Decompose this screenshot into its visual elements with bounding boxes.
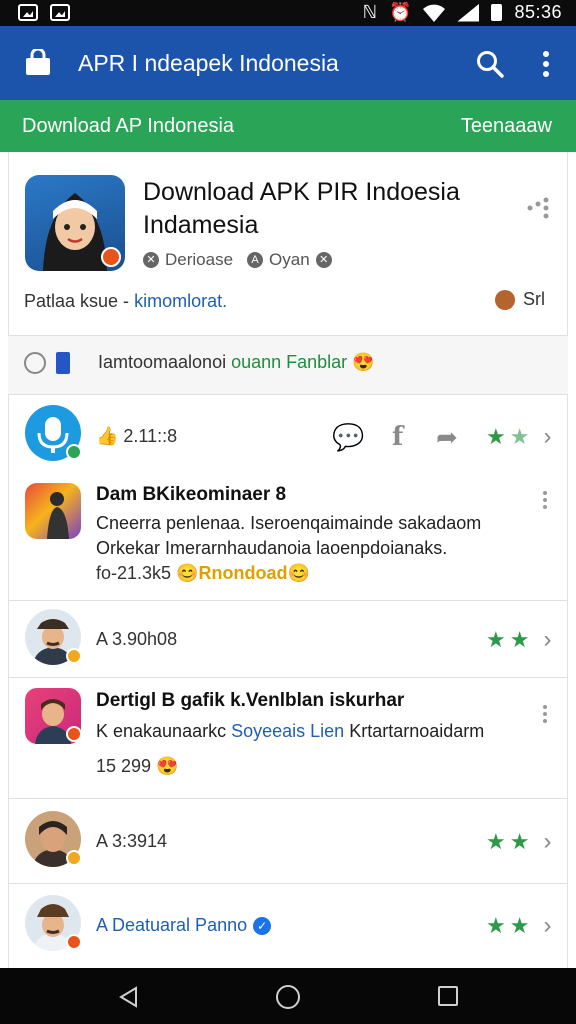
share-icon[interactable]: ➦ bbox=[436, 424, 458, 450]
post-body: Cneerra penlenaa. Iseroenqaimainde sakad… bbox=[96, 513, 482, 558]
tab-bar: Download AP Indonesia Teenaaaw bbox=[0, 100, 576, 152]
emoji-icon: 😍 bbox=[352, 352, 375, 372]
document-icon bbox=[56, 352, 70, 374]
nfc-icon: ℕ bbox=[362, 2, 378, 22]
post-body-link[interactable]: Soyeeais Lien bbox=[231, 721, 344, 741]
chevron-right-icon[interactable]: › bbox=[543, 830, 551, 854]
divider bbox=[8, 600, 568, 601]
publisher-label: Patlaa ksue - bbox=[24, 291, 130, 311]
status-badge bbox=[66, 648, 82, 664]
alarm-icon: ⏰ bbox=[389, 2, 412, 22]
clock: 85:36 bbox=[514, 2, 562, 22]
info-icon: A bbox=[247, 252, 264, 268]
app-meta: ✕ Derioase A Oyan ✕ bbox=[143, 250, 332, 270]
gallery-icon bbox=[50, 4, 70, 21]
wifi-icon bbox=[423, 4, 446, 22]
divider bbox=[8, 798, 568, 799]
figure-icon bbox=[47, 492, 69, 539]
circle-icon bbox=[24, 352, 46, 374]
post-body-text: Krtartarnoaidarm bbox=[349, 721, 485, 741]
seller-label: Srl bbox=[523, 289, 545, 309]
post-title[interactable]: Dertigl B gafik k.Venlblan iskurhar bbox=[96, 690, 404, 712]
publisher-link[interactable]: kimomlorat. bbox=[134, 291, 227, 311]
post-body: K enakaunaarkc Soyeeais Lien Krtartarnoa… bbox=[96, 719, 484, 744]
facebook-icon[interactable]: f bbox=[392, 424, 403, 450]
star-icon: ★ bbox=[486, 913, 506, 938]
post-title[interactable]: Dam BKikeominaer 8 bbox=[96, 484, 286, 506]
app-title: Download APK PIR Indoesia Indamesia bbox=[143, 178, 460, 239]
app-icon[interactable] bbox=[25, 175, 125, 271]
item-meta: 👍 2.11::8 bbox=[96, 426, 178, 446]
item-meta: A 3.90h08 bbox=[96, 629, 178, 649]
promo-label: Iamtoomaalonoi bbox=[98, 352, 227, 372]
hijab-avatar-icon bbox=[43, 193, 121, 271]
app-bar: APR I ndeapek Indonesia bbox=[0, 26, 576, 100]
comment-icon[interactable]: 💬 bbox=[332, 424, 364, 450]
star-icon: ★ bbox=[486, 424, 506, 449]
recents-icon[interactable] bbox=[438, 986, 458, 1006]
divider bbox=[8, 883, 568, 884]
post-meta: fo-21.3k5 😊Rnondoad😊 bbox=[96, 563, 310, 584]
post-meta-count: fo-21.3k5 bbox=[96, 563, 172, 583]
seller-info[interactable]: Srl bbox=[495, 289, 545, 310]
post-body-text: K enakaunaarkc bbox=[96, 721, 227, 741]
star-icon: ★ bbox=[509, 627, 530, 652]
search-icon[interactable] bbox=[476, 50, 504, 78]
post-meta: 15 299 😍 bbox=[96, 756, 179, 777]
image-icon bbox=[18, 4, 38, 21]
item-meta: A 3:3914 bbox=[96, 831, 168, 851]
meta-version: Oyan bbox=[269, 250, 310, 269]
navigation-bar bbox=[0, 968, 576, 1024]
status-badge bbox=[66, 726, 82, 742]
download-label[interactable]: Rnondoad bbox=[199, 563, 288, 583]
more-vert-icon[interactable] bbox=[541, 704, 549, 724]
star-icon: ★ bbox=[509, 424, 530, 449]
post-meta-count: 15 299 bbox=[96, 756, 152, 776]
rating: ★ ★ › bbox=[486, 627, 551, 652]
chevron-right-icon[interactable]: › bbox=[543, 425, 551, 449]
tag-icon: ✕ bbox=[315, 252, 332, 268]
verified-icon: ✓ bbox=[253, 917, 272, 936]
signal-icon bbox=[457, 3, 480, 22]
emoji-icon: 😊 bbox=[287, 563, 310, 583]
chevron-right-icon[interactable]: › bbox=[543, 914, 551, 938]
star-icon: ★ bbox=[509, 829, 530, 854]
promo-highlight: ouann Fanblar bbox=[231, 352, 348, 372]
chevron-right-icon[interactable]: › bbox=[543, 628, 551, 652]
item-name[interactable]: A Deatuaral Panno ✓ bbox=[96, 915, 272, 936]
promo-row[interactable]: Iamtoomaalonoi ouann Fanblar 😍 bbox=[8, 336, 568, 394]
store-bag-icon[interactable] bbox=[24, 49, 52, 75]
status-badge bbox=[66, 444, 82, 460]
item-name-label: A Deatuaral Panno bbox=[96, 915, 248, 935]
emoji-icon: 😊 bbox=[176, 563, 199, 583]
overflow-menu-icon[interactable] bbox=[524, 196, 552, 220]
star-icon: ★ bbox=[486, 829, 506, 854]
meta-category: Derioase bbox=[165, 250, 234, 269]
post-thumbnail[interactable] bbox=[25, 483, 81, 539]
status-badge bbox=[66, 934, 82, 950]
seller-avatar bbox=[495, 289, 515, 310]
rating: ★ ★ › bbox=[486, 424, 551, 449]
back-icon[interactable] bbox=[118, 986, 138, 1008]
divider bbox=[8, 677, 568, 678]
tag-icon: ✕ bbox=[143, 252, 159, 268]
rating: ★ ★ › bbox=[486, 913, 551, 938]
promo-text: Iamtoomaalonoi ouann Fanblar 😍 bbox=[98, 352, 375, 373]
app-bar-title: APR I ndeapek Indonesia bbox=[78, 50, 339, 76]
star-icon: ★ bbox=[509, 913, 530, 938]
publisher-line: Patlaa ksue - kimomlorat. bbox=[24, 291, 227, 312]
more-vert-icon[interactable] bbox=[541, 490, 549, 510]
divider bbox=[8, 394, 568, 395]
rating: ★ ★ › bbox=[486, 829, 551, 854]
emoji-icon: 😍 bbox=[156, 756, 179, 776]
tab-download[interactable]: Download AP Indonesia bbox=[22, 115, 234, 138]
status-badge bbox=[66, 850, 82, 866]
star-icon: ★ bbox=[486, 627, 506, 652]
more-vert-icon[interactable] bbox=[536, 50, 556, 78]
battery-icon bbox=[491, 4, 503, 21]
item-meta-value: 2.11::8 bbox=[123, 426, 178, 446]
status-bar: ℕ ⏰ 85:36 bbox=[0, 0, 576, 26]
tab-secondary[interactable]: Teenaaaw bbox=[461, 115, 552, 138]
home-icon[interactable] bbox=[276, 985, 300, 1009]
